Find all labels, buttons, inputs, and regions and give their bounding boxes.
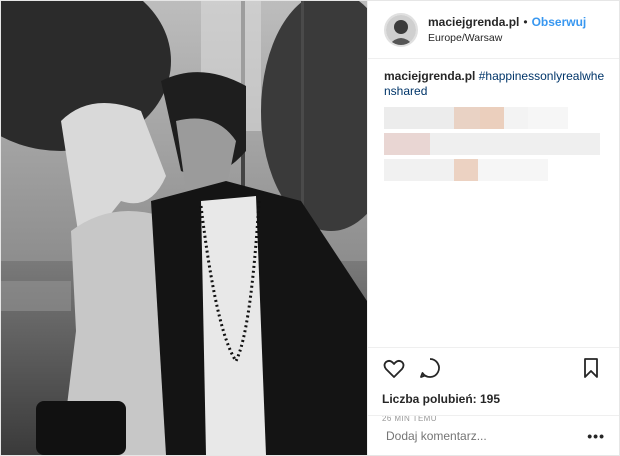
post-sidebar: maciejgrenda.pl • Obserwuj Europe/Warsaw… — [367, 1, 619, 455]
location-link[interactable]: Europe/Warsaw — [428, 30, 586, 46]
follow-button[interactable]: Obserwuj — [532, 14, 587, 30]
caption: maciejgrenda.pl #happinessonlyrealwhensh… — [368, 59, 619, 181]
blurred-text-line — [384, 107, 605, 129]
post-card: maciejgrenda.pl • Obserwuj Europe/Warsaw… — [0, 0, 620, 456]
avatar-image — [386, 14, 416, 45]
bookmark-icon[interactable] — [579, 356, 605, 382]
more-options-icon[interactable]: ••• — [587, 428, 605, 444]
photo-image — [1, 1, 367, 455]
post-photo[interactable] — [1, 1, 367, 455]
likes-count[interactable]: Liczba polubień: 195 — [382, 392, 605, 406]
separator-dot: • — [523, 14, 528, 29]
comment-bar: ••• — [368, 415, 619, 455]
blurred-text-line — [384, 133, 605, 155]
blurred-text-line — [384, 159, 605, 181]
username-link[interactable]: maciejgrenda.pl — [428, 14, 519, 30]
post-actions: Liczba polubień: 195 26 MIN TEMU — [368, 347, 619, 423]
avatar[interactable] — [384, 12, 418, 47]
heart-icon[interactable] — [382, 356, 408, 382]
post-header: maciejgrenda.pl • Obserwuj Europe/Warsaw — [368, 1, 619, 59]
caption-username[interactable]: maciejgrenda.pl — [384, 69, 475, 83]
comment-icon[interactable] — [418, 356, 444, 382]
comment-input[interactable] — [384, 427, 588, 444]
